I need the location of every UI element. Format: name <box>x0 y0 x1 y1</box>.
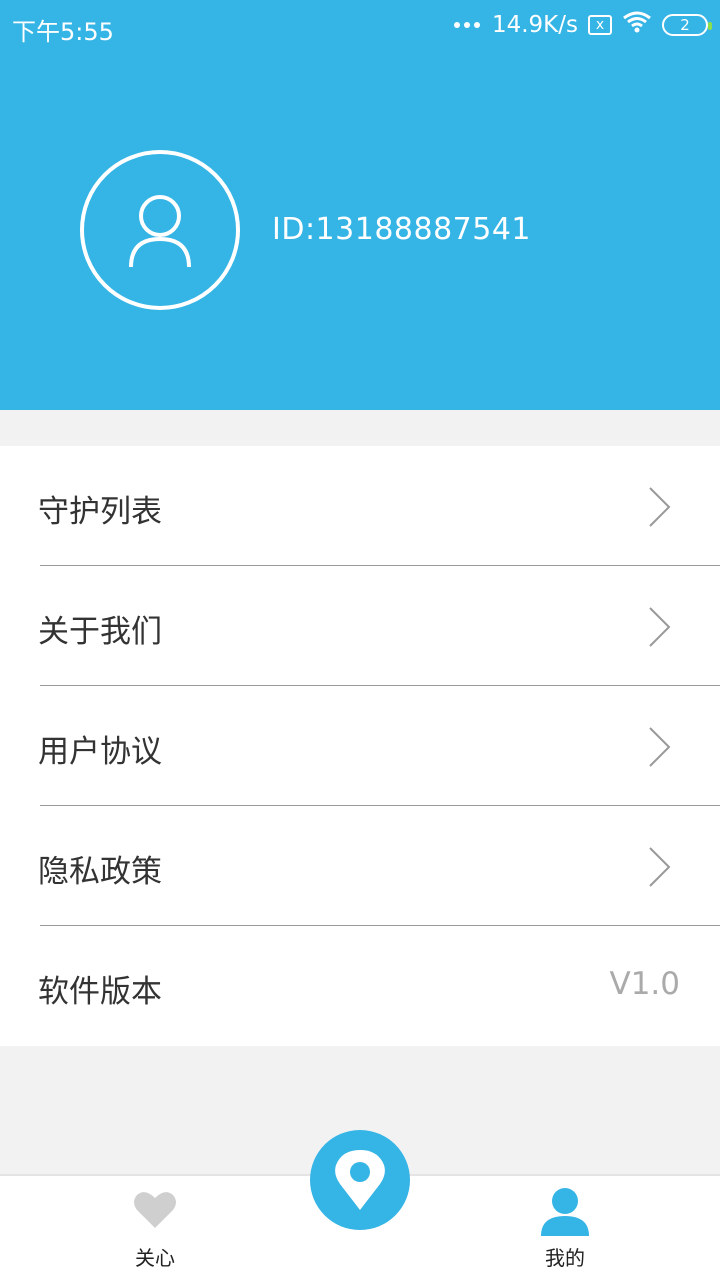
menu-item-privacy-policy[interactable]: 隐私政策 <box>0 806 720 926</box>
heart-icon <box>134 1192 176 1228</box>
avatar[interactable] <box>80 150 240 310</box>
menu-item-label: 用户协议 <box>38 734 162 770</box>
menu-item-label: 守护列表 <box>38 494 162 530</box>
location-pin-icon <box>335 1150 385 1210</box>
network-speed: 14.9K/s <box>491 12 578 38</box>
chevron-right-icon <box>649 847 671 887</box>
location-button[interactable] <box>310 1130 410 1230</box>
tab-label: 关心 <box>135 1246 175 1270</box>
menu-item-user-agreement[interactable]: 用户协议 <box>0 686 720 806</box>
signal-dots-icon <box>453 22 480 28</box>
menu-item-software-version: 软件版本 V1.0 <box>0 926 720 1046</box>
status-bar: 下午5:55 14.9K/s x 2 <box>0 0 720 52</box>
status-time: 下午5:55 <box>12 18 114 46</box>
tab-mine[interactable]: 我的 <box>485 1176 645 1280</box>
person-icon <box>541 1188 589 1236</box>
menu-item-about-us[interactable]: 关于我们 <box>0 566 720 686</box>
menu-item-label: 隐私政策 <box>38 854 162 890</box>
user-icon <box>129 195 191 268</box>
menu-item-guard-list[interactable]: 守护列表 <box>0 446 720 566</box>
wifi-icon <box>622 10 652 40</box>
settings-menu: 守护列表 关于我们 用户协议 隐私政策 软件版本 V1.0 <box>0 446 720 1046</box>
battery-icon: 2 <box>662 14 712 36</box>
chevron-right-icon <box>649 727 671 767</box>
status-indicators: 14.9K/s x 2 <box>453 10 712 40</box>
user-id: ID:13188887541 <box>272 212 532 247</box>
no-sim-icon: x <box>588 15 612 35</box>
version-value: V1.0 <box>609 966 680 1002</box>
tab-care[interactable]: 关心 <box>75 1176 235 1280</box>
chevron-right-icon <box>649 607 671 647</box>
menu-item-label: 关于我们 <box>38 614 162 650</box>
chevron-right-icon <box>649 487 671 527</box>
profile-header: 下午5:55 14.9K/s x 2 ID:13188887541 <box>0 0 720 410</box>
tab-label: 我的 <box>545 1246 585 1270</box>
menu-item-label: 软件版本 <box>38 974 162 1010</box>
